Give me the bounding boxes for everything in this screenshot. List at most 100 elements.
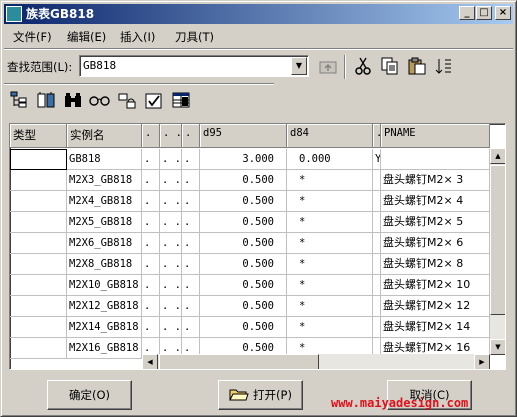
cut-icon[interactable] bbox=[351, 55, 374, 77]
cell-type[interactable] bbox=[10, 317, 67, 338]
cell-d95[interactable]: 0.500 bbox=[200, 233, 287, 254]
cell-col-a[interactable]: . . bbox=[142, 191, 160, 212]
cell-d95[interactable]: 0.500 bbox=[200, 296, 287, 317]
cell-col-d[interactable] bbox=[373, 233, 381, 254]
cell-d84[interactable]: * bbox=[287, 212, 373, 233]
cell-d95[interactable]: 0.500 bbox=[200, 170, 287, 191]
table-row[interactable]: M2X12_GB818. .. .. .0.500*盘头螺钉M2× 12 bbox=[10, 296, 490, 317]
cell-type[interactable] bbox=[10, 191, 67, 212]
cell-col-b[interactable]: . . bbox=[160, 254, 182, 275]
cell-d84[interactable]: * bbox=[287, 170, 373, 191]
paste-icon[interactable] bbox=[405, 55, 428, 77]
cell-type[interactable] bbox=[10, 275, 67, 296]
cell-col-c[interactable]: . . bbox=[182, 296, 200, 317]
vertical-scroll-thumb[interactable] bbox=[490, 165, 505, 315]
cell-col-c[interactable]: . . bbox=[182, 275, 200, 296]
table-row[interactable]: M2X14_GB818. .. .. .0.500*盘头螺钉M2× 14 bbox=[10, 317, 490, 338]
cell-col-a[interactable]: . . bbox=[142, 212, 160, 233]
cell-col-c[interactable]: . . bbox=[182, 317, 200, 338]
header-col-a[interactable]: . . bbox=[142, 124, 160, 148]
menu-edit[interactable]: 编辑(E) bbox=[64, 29, 109, 45]
cell-d95[interactable]: 3.000 bbox=[200, 149, 287, 170]
scroll-left-button[interactable]: ◀ bbox=[142, 354, 158, 369]
cell-d95[interactable]: 0.500 bbox=[200, 191, 287, 212]
tree-icon[interactable] bbox=[7, 89, 30, 111]
maximize-button[interactable]: □ bbox=[476, 6, 492, 20]
cell-type[interactable] bbox=[10, 149, 67, 170]
cell-col-b[interactable]: . . bbox=[160, 212, 182, 233]
cell-d95[interactable]: 0.500 bbox=[200, 212, 287, 233]
table-row[interactable]: M2X8_GB818. .. .. .0.500*盘头螺钉M2× 8 bbox=[10, 254, 490, 275]
cell-d84[interactable]: * bbox=[287, 275, 373, 296]
table-row[interactable]: M2X5_GB818. .. .. .0.500*盘头螺钉M2× 5 bbox=[10, 212, 490, 233]
header-col-b[interactable]: . . bbox=[160, 124, 182, 148]
cell-pname[interactable]: 盘头螺钉M2× 14 bbox=[381, 317, 490, 338]
cell-col-c[interactable]: . . bbox=[182, 170, 200, 191]
cell-instance-name[interactable]: M2X6_GB818 bbox=[67, 233, 142, 254]
cell-type[interactable] bbox=[10, 170, 67, 191]
binoculars-icon[interactable] bbox=[61, 89, 84, 111]
cell-col-d[interactable] bbox=[373, 212, 381, 233]
cell-instance-name[interactable]: M2X14_GB818 bbox=[67, 317, 142, 338]
cell-col-a[interactable]: . . bbox=[142, 296, 160, 317]
cell-instance-name[interactable]: M2X3_GB818 bbox=[67, 170, 142, 191]
cell-pname[interactable]: 盘头螺钉M2× 4 bbox=[381, 191, 490, 212]
cell-type[interactable] bbox=[10, 296, 67, 317]
cell-col-b[interactable]: . . bbox=[160, 149, 182, 170]
cell-d84[interactable]: * bbox=[287, 254, 373, 275]
glasses-icon[interactable] bbox=[88, 89, 111, 111]
cell-d95[interactable]: 0.500 bbox=[200, 317, 287, 338]
cell-d84[interactable]: * bbox=[287, 296, 373, 317]
header-d95[interactable]: d95 bbox=[200, 124, 287, 148]
cell-col-a[interactable]: . . bbox=[142, 233, 160, 254]
cell-col-b[interactable]: . . bbox=[160, 275, 182, 296]
cell-d95[interactable]: 0.500 bbox=[200, 275, 287, 296]
table-row[interactable]: M2X3_GB818. .. .. .0.500*盘头螺钉M2× 3 bbox=[10, 170, 490, 191]
header-col-c[interactable]: . . bbox=[182, 124, 200, 148]
copy-icon[interactable] bbox=[378, 55, 401, 77]
columns-icon[interactable] bbox=[34, 89, 57, 111]
cell-col-c[interactable]: . . bbox=[182, 212, 200, 233]
cell-pname[interactable]: 盘头螺钉M2× 12 bbox=[381, 296, 490, 317]
family-table-grid[interactable]: 类型 实例名 . . . . . . d95 d84 . PNAME GB818… bbox=[9, 123, 506, 370]
table-icon[interactable] bbox=[169, 89, 192, 111]
cell-col-c[interactable]: . . bbox=[182, 149, 200, 170]
cell-col-c[interactable]: . . bbox=[182, 191, 200, 212]
cell-instance-name[interactable]: GB818 bbox=[67, 149, 142, 170]
cell-col-b[interactable]: . . bbox=[160, 233, 182, 254]
cell-pname[interactable]: 盘头螺钉M2× 3 bbox=[381, 170, 490, 191]
cell-d84[interactable]: * bbox=[287, 191, 373, 212]
cell-instance-name[interactable]: M2X5_GB818 bbox=[67, 212, 142, 233]
cell-pname[interactable]: 盘头螺钉M2× 5 bbox=[381, 212, 490, 233]
cell-col-d[interactable] bbox=[373, 317, 381, 338]
horizontal-scroll-thumb[interactable] bbox=[159, 354, 319, 369]
cell-d84[interactable]: 0.000 bbox=[287, 149, 373, 170]
table-row[interactable]: M2X10_GB818. .. .. .0.500*盘头螺钉M2× 10 bbox=[10, 275, 490, 296]
cell-col-d[interactable] bbox=[373, 275, 381, 296]
header-instance-name[interactable]: 实例名 bbox=[67, 124, 142, 148]
up-folder-icon[interactable] bbox=[316, 55, 339, 77]
cell-type[interactable] bbox=[10, 212, 67, 233]
cell-instance-name[interactable]: M2X8_GB818 bbox=[67, 254, 142, 275]
cell-col-d[interactable] bbox=[373, 296, 381, 317]
verify-icon[interactable] bbox=[142, 89, 165, 111]
cell-col-b[interactable]: . . bbox=[160, 296, 182, 317]
scroll-up-button[interactable]: ▲ bbox=[490, 148, 505, 164]
cell-pname[interactable]: 盘头螺钉M2× 8 bbox=[381, 254, 490, 275]
chevron-down-icon[interactable]: ▼ bbox=[291, 57, 307, 75]
header-pname[interactable]: PNAME bbox=[381, 124, 490, 148]
cell-pname[interactable] bbox=[381, 149, 490, 170]
cell-type[interactable] bbox=[10, 233, 67, 254]
cell-col-c[interactable]: . . bbox=[182, 233, 200, 254]
cell-type[interactable] bbox=[10, 254, 67, 275]
sort-icon[interactable] bbox=[432, 55, 455, 77]
cell-d95[interactable]: 0.500 bbox=[200, 254, 287, 275]
cell-col-a[interactable]: . . bbox=[142, 149, 160, 170]
cell-d84[interactable]: * bbox=[287, 233, 373, 254]
cell-instance-name[interactable]: M2X10_GB818 bbox=[67, 275, 142, 296]
header-d84[interactable]: d84 bbox=[287, 124, 373, 148]
cell-col-b[interactable]: . . bbox=[160, 317, 182, 338]
header-type[interactable]: 类型 bbox=[10, 124, 67, 148]
table-row[interactable]: M2X4_GB818. .. .. .0.500*盘头螺钉M2× 4 bbox=[10, 191, 490, 212]
lock-icon[interactable] bbox=[115, 89, 138, 111]
